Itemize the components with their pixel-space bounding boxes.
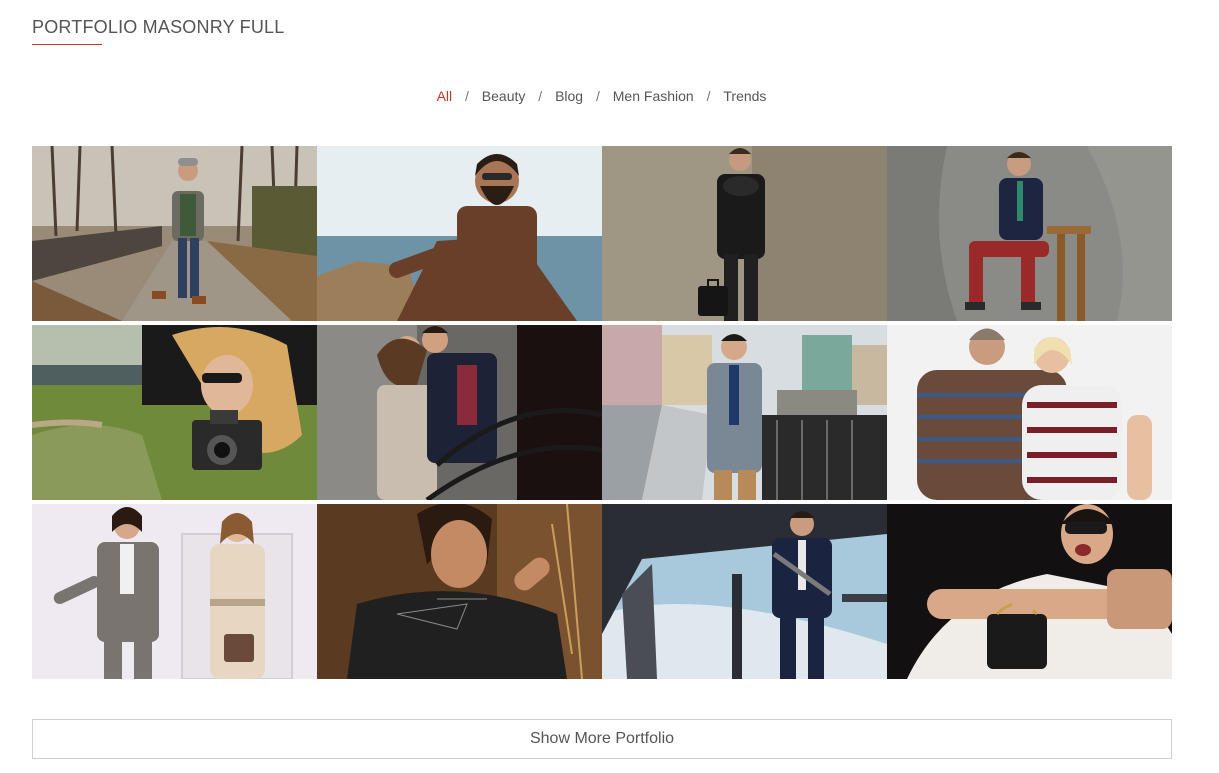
- couple-trench-coats-photo: [32, 504, 317, 679]
- portfolio-item-5[interactable]: [32, 325, 317, 500]
- couple-on-stairs-photo: [317, 325, 602, 500]
- woman-sunglasses-handbag-photo: [887, 504, 1172, 679]
- filter-separator: /: [465, 88, 469, 104]
- man-leather-jacket-photo: [602, 146, 887, 321]
- filter-all[interactable]: All: [437, 87, 453, 105]
- couple-striped-sweaters-photo: [887, 325, 1172, 500]
- filter-separator: /: [595, 88, 600, 104]
- portfolio-item-7[interactable]: [602, 325, 887, 500]
- man-city-bridge-photo: [602, 325, 887, 500]
- portfolio-item-1[interactable]: [32, 146, 317, 321]
- filter-blog[interactable]: Blog: [555, 87, 583, 105]
- portfolio-grid: [32, 146, 1172, 679]
- man-dark-tshirt-photo: [317, 504, 602, 679]
- man-walking-park-photo: [32, 146, 317, 321]
- portfolio-item-6[interactable]: [317, 325, 602, 500]
- woman-with-camera-photo: [32, 325, 317, 500]
- portfolio-filter-bar: All / Beauty / Blog / Men Fashion / Tren…: [0, 87, 1203, 105]
- portfolio-item-9[interactable]: [32, 504, 317, 679]
- man-under-overpass-photo: [602, 504, 887, 679]
- man-seated-stool-photo: [887, 146, 1172, 321]
- portfolio-item-12[interactable]: [887, 504, 1172, 679]
- filter-men-fashion[interactable]: Men Fashion: [613, 87, 694, 105]
- filter-beauty[interactable]: Beauty: [482, 87, 526, 105]
- filter-trends[interactable]: Trends: [723, 87, 766, 105]
- portfolio-item-4[interactable]: [887, 146, 1172, 321]
- filter-separator: /: [706, 88, 711, 104]
- portfolio-item-11[interactable]: [602, 504, 887, 679]
- show-more-portfolio-button[interactable]: Show More Portfolio: [32, 719, 1172, 759]
- portfolio-item-3[interactable]: [602, 146, 887, 321]
- bearded-man-seaside-photo: [317, 146, 602, 321]
- section-title: PORTFOLIO MASONRY FULL: [32, 17, 285, 37]
- portfolio-item-10[interactable]: [317, 504, 602, 679]
- portfolio-page: PORTFOLIO MASONRY FULL All / Beauty / Bl…: [0, 0, 1219, 773]
- title-underline: [32, 44, 102, 45]
- portfolio-item-8[interactable]: [887, 325, 1172, 500]
- portfolio-item-2[interactable]: [317, 146, 602, 321]
- section-header: PORTFOLIO MASONRY FULL: [32, 16, 284, 45]
- filter-separator: /: [538, 88, 543, 104]
